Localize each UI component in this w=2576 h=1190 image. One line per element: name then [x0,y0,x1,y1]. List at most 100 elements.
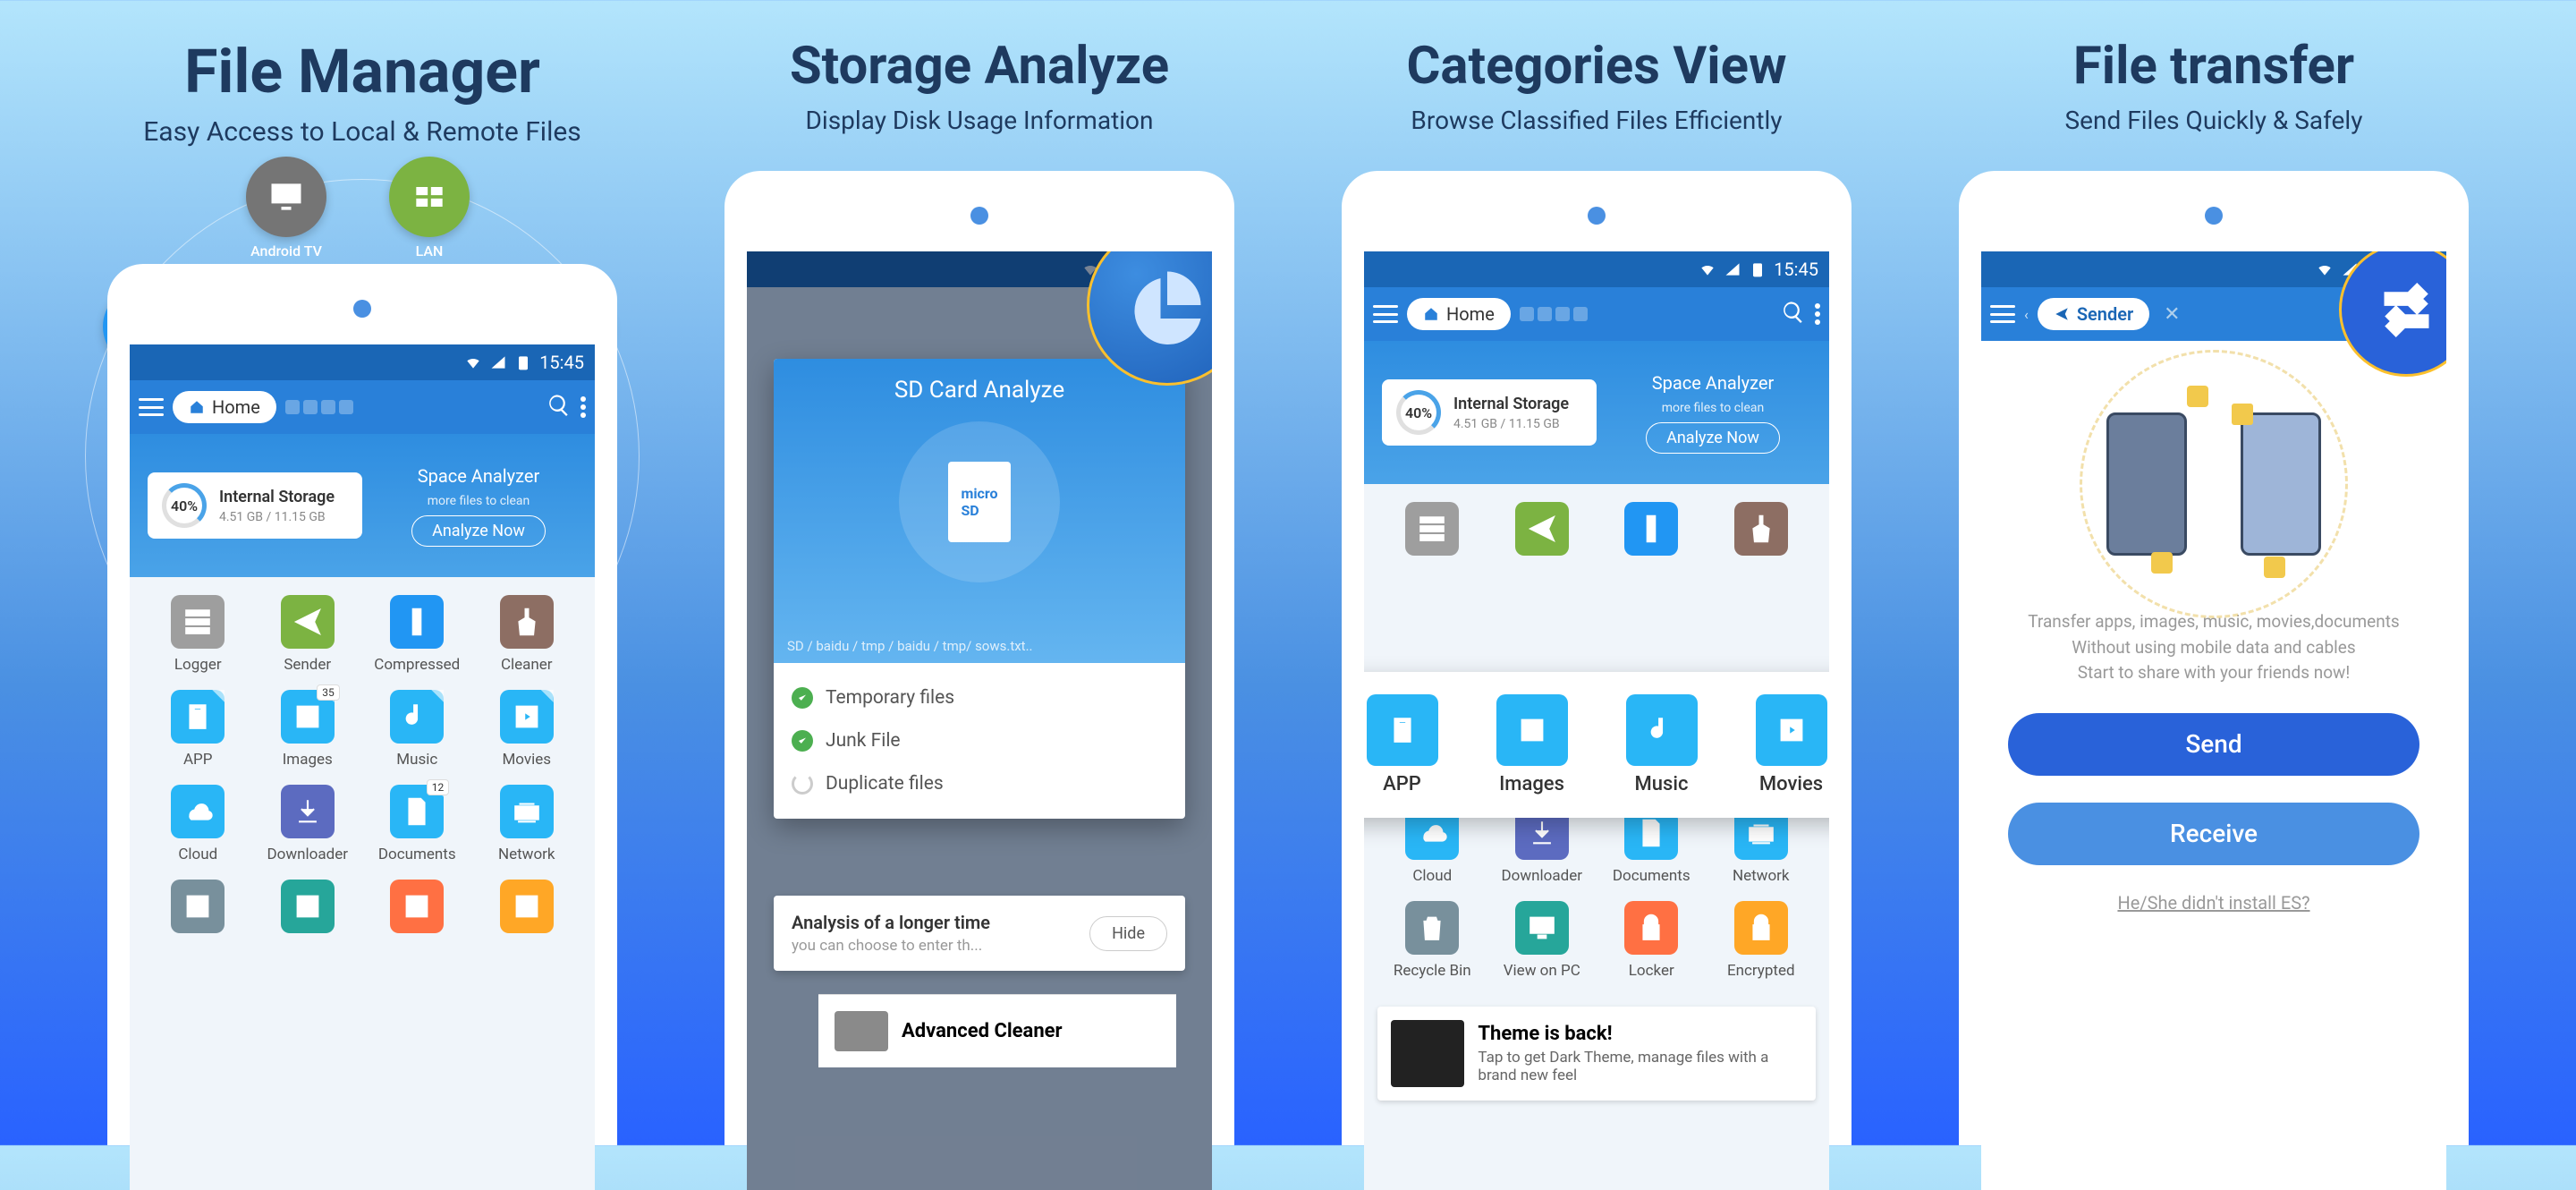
home-chip[interactable]: Home [173,391,276,423]
analyze-button[interactable]: Analyze Now [411,515,546,547]
not-installed-link[interactable]: He/She didn't install ES? [2117,892,2309,914]
theme-promo[interactable]: Theme is back! Tap to get Dark Theme, ma… [1377,1007,1816,1101]
icon-icon [390,880,444,933]
status-bar: 15:45 [130,344,595,380]
grid-item-[interactable] [367,880,468,933]
lan-icon [389,157,470,237]
android tv-icon [246,157,326,237]
grid-label: Cleaner [501,656,553,674]
grid-label: Network [498,846,555,863]
orbit-android-tv[interactable]: Android TV [246,157,326,259]
grid-item-music[interactable]: Music [1601,694,1722,795]
grid-item-encrypted[interactable]: Encrypted [1711,901,1812,980]
analyze-button[interactable]: Analyze Now [1646,422,1780,454]
sd-longer-card: Analysis of a longer time you can choose… [774,896,1185,971]
locker-icon [1624,901,1678,955]
grid-item-sender[interactable]: Sender [258,595,359,674]
movies-icon [1756,694,1827,766]
overflow-icon[interactable] [1815,302,1820,327]
home-chip[interactable]: Home [1407,298,1511,330]
grid-label: Locker [1629,962,1674,980]
folder-icon [2232,404,2253,425]
storage-panel: 40% Internal Storage 4.51 GB / 11.15 GB … [130,434,595,577]
grid-label: Sender [284,656,331,674]
grid-item-network[interactable]: Network [1711,806,1812,885]
phone-frame: 15:45 ‹ Sender ✕ [1959,171,2469,1145]
grid-item-images[interactable]: 35Images [258,690,359,769]
grid-item-documents[interactable]: 12Documents [1601,806,1702,885]
grid-item-app[interactable]: APP [1364,694,1462,795]
grid-item-images[interactable]: Images [1471,694,1592,795]
check-icon [792,687,813,709]
grid-label: Network [1733,867,1790,885]
menu-icon[interactable] [1373,305,1398,323]
search-icon[interactable] [1781,300,1806,328]
column-file-manager: File Manager Easy Access to Local & Remo… [54,36,671,1145]
storage-card[interactable]: 40% Internal Storage 4.51 GB / 11.15 GB [148,472,362,539]
grid-item-[interactable] [1711,502,1812,556]
grid-item-[interactable] [1492,502,1593,556]
overflow-icon[interactable] [580,395,586,420]
menu-icon[interactable] [1990,305,2015,323]
grid-item-[interactable] [477,880,578,933]
grid-item-music[interactable]: Music [367,690,468,769]
title: File Manager [184,36,540,107]
grid-item-app[interactable]: APP [148,690,249,769]
grid-item-[interactable] [258,880,359,933]
spinner-icon [792,773,813,795]
sd-analyze-dialog: SD Card Analyze microSD SD / baidu / tmp… [774,359,1185,819]
grid-label: Recycle Bin [1394,962,1471,980]
grid-item-movies[interactable]: Movies [1731,694,1829,795]
subtitle: Send Files Quickly & Safely [2065,106,2363,135]
app-bar: Home [130,380,595,434]
subtitle: Display Disk Usage Information [806,106,1154,135]
recycle bin-icon [1405,901,1459,955]
column-storage-analyze: Storage Analyze Display Disk Usage Infor… [671,36,1288,1145]
menu-icon[interactable] [139,398,164,416]
battery-icon [514,353,532,371]
icon-icon [1405,502,1459,556]
storage-card[interactable]: 40% Internal Storage4.51 GB / 11.15 GB [1382,379,1597,446]
subtitle: Browse Classified Files Efficiently [1411,106,1782,135]
sd-path: SD / baidu / tmp / baidu / tmp/ sows.txt… [787,638,1033,654]
grid-item-documents[interactable]: 12Documents [367,785,468,863]
phone-frame: 15:45 Home 40% Internal Storage4.51 GB /… [1342,171,1852,1145]
receive-button[interactable]: Receive [2008,803,2419,865]
grid-item-movies[interactable]: Movies [477,690,578,769]
orbit-lan[interactable]: LAN [389,157,470,259]
advanced-cleaner[interactable]: Advanced Cleaner [818,994,1176,1067]
grid-item-locker[interactable]: Locker [1601,901,1702,980]
send-button[interactable]: Send [2008,713,2419,776]
grid-item-[interactable] [148,880,249,933]
cleaner-icon [500,595,554,649]
grid-label: View on PC [1504,962,1580,980]
grid-item-cloud[interactable]: Cloud [1382,806,1483,885]
grid-item-cloud[interactable]: Cloud [148,785,249,863]
grid-item-view-on-pc[interactable]: View on PC [1492,901,1593,980]
encrypted-icon [1734,901,1788,955]
grid-item-[interactable] [1382,502,1483,556]
title: Categories View [1406,36,1786,97]
analyzer-sub: more files to clean [428,494,530,508]
grid-item-[interactable] [1601,502,1702,556]
search-icon[interactable] [547,393,572,421]
grid-item-downloader[interactable]: Downloader [1492,806,1593,885]
grid-item-downloader[interactable]: Downloader [258,785,359,863]
grid-item-recycle-bin[interactable]: Recycle Bin [1382,901,1483,980]
grid-label: Documents [1613,867,1690,885]
grid-item-compressed[interactable]: Compressed [367,595,468,674]
music-icon [2264,557,2285,578]
column-categories: Categories View Browse Classified Files … [1288,36,1905,1145]
downloader-icon [281,785,335,838]
category-popup: APPImagesMusicMovies [1364,672,1829,818]
close-icon[interactable]: ✕ [2164,303,2180,326]
grid-item-network[interactable]: Network [477,785,578,863]
hide-button[interactable]: Hide [1089,916,1167,951]
grid-label: Cloud [178,846,217,863]
grid-item-cleaner[interactable]: Cleaner [477,595,578,674]
sender-chip[interactable]: Sender [2038,298,2149,330]
app-icon [1367,694,1438,766]
movies-icon [500,690,554,744]
cloud-icon [171,785,225,838]
grid-item-logger[interactable]: Logger [148,595,249,674]
